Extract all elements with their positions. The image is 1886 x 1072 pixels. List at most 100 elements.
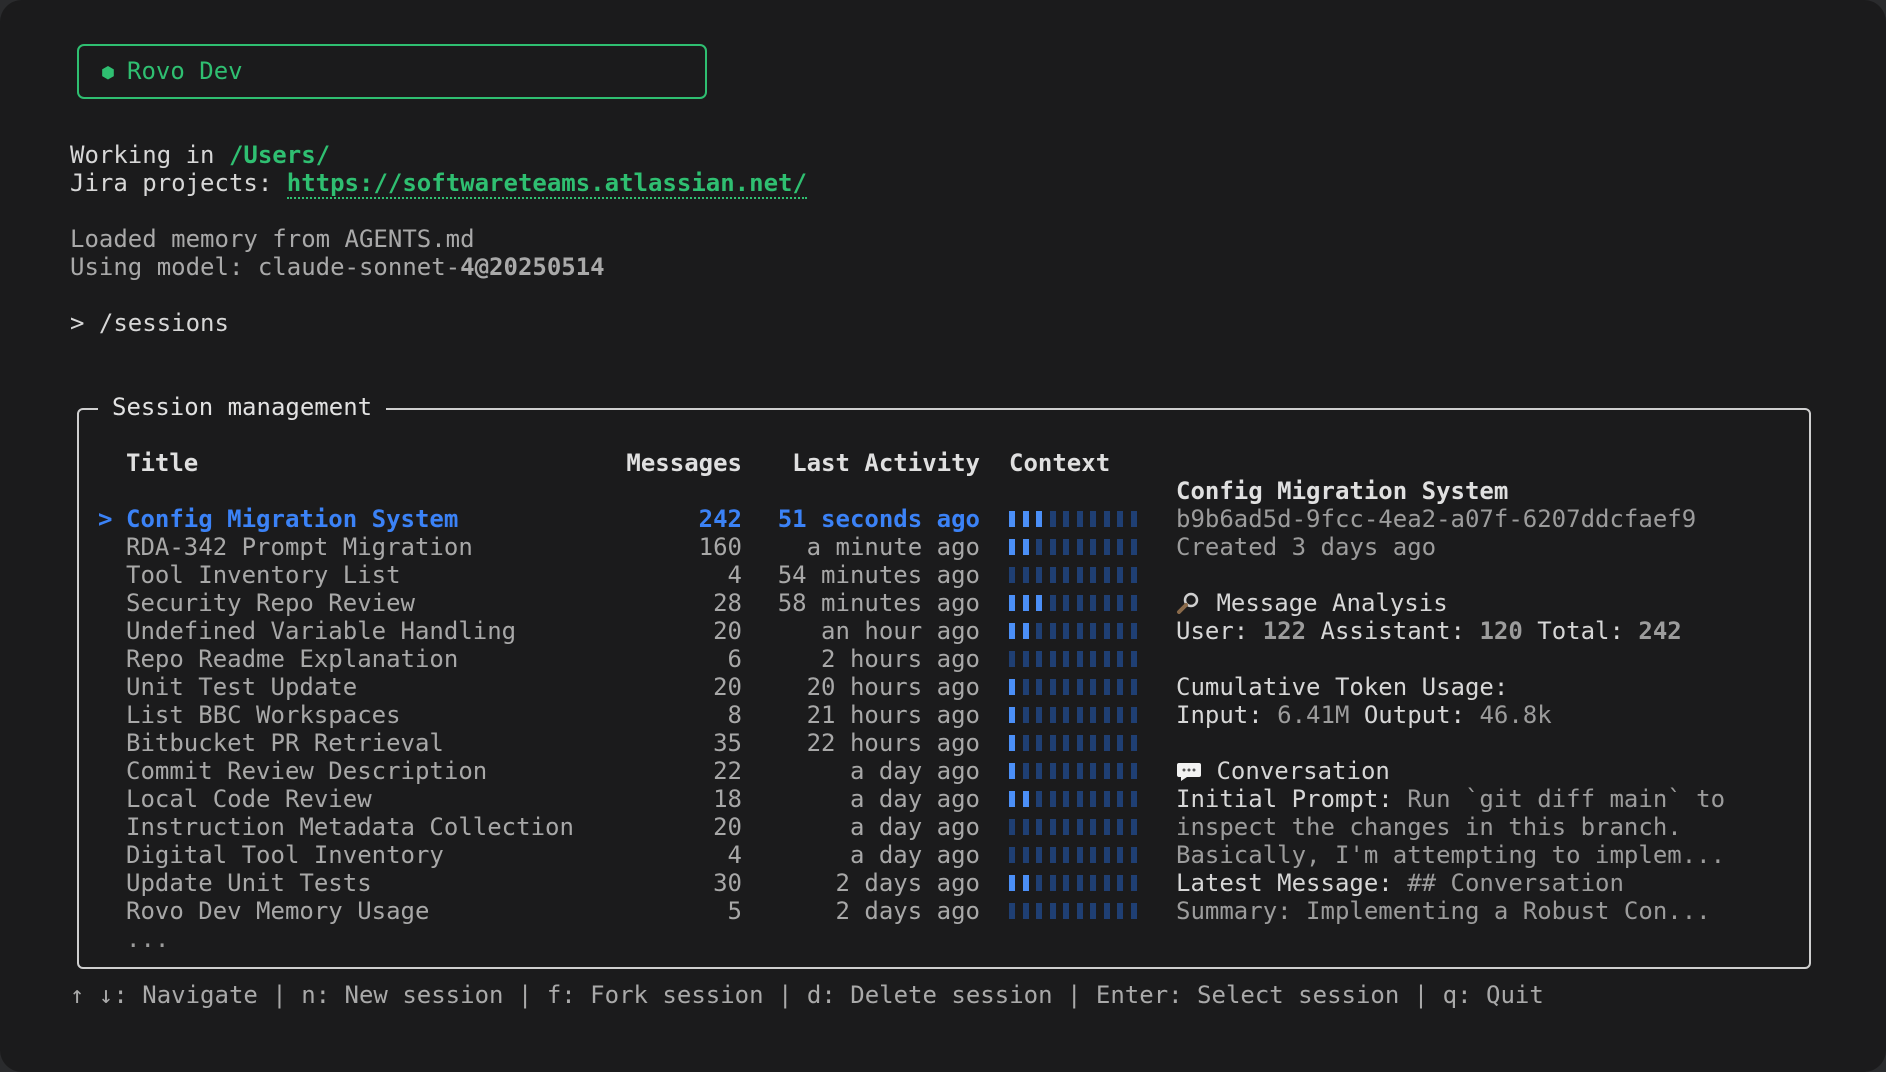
context-bar-segment xyxy=(1022,511,1029,527)
model-version: 4@20250514 xyxy=(460,253,605,281)
context-bar-segment xyxy=(1009,819,1015,835)
magnifier-icon xyxy=(1176,592,1202,620)
session-row[interactable]: > Config Migration System 242 51 seconds ag… xyxy=(0,505,1180,533)
context-bar-segment xyxy=(1009,623,1015,639)
session-last-activity: a day ago xyxy=(849,813,980,841)
session-message-count: 22 xyxy=(713,757,742,785)
context-bar-segment xyxy=(1090,651,1096,667)
model-line: Using model: claude-sonnet-4@20250514 xyxy=(70,253,605,281)
context-bar-segment xyxy=(1090,595,1096,611)
session-row[interactable]: List BBC Workspaces 8 21 hours ago xyxy=(0,701,1180,729)
token-usage: Input: 6.41M Output: 46.8k xyxy=(1176,701,1552,729)
context-bar-segment xyxy=(1049,651,1056,667)
context-bar-segment xyxy=(1130,903,1137,919)
context-bar-segment xyxy=(1103,735,1110,751)
context-bar-segment xyxy=(1117,875,1123,891)
context-bar-segment xyxy=(1009,567,1015,583)
context-bar-segment xyxy=(1022,651,1029,667)
session-message-count: 8 xyxy=(727,701,742,729)
conversation-heading: Conversation xyxy=(1176,757,1390,788)
session-row[interactable]: Update Unit Tests 30 2 days ago xyxy=(0,869,1180,897)
session-message-count: 20 xyxy=(713,673,742,701)
session-row[interactable]: Instruction Metadata Collection 20 a day a… xyxy=(0,813,1180,841)
session-row[interactable]: Commit Review Description 22 a day ago xyxy=(0,757,1180,785)
context-bar-segment xyxy=(1063,903,1069,919)
context-bar-segment xyxy=(1022,763,1029,779)
session-row[interactable]: Repo Readme Explanation 6 2 hours ago xyxy=(0,645,1180,673)
context-bar-segment xyxy=(1049,623,1056,639)
context-bar-segment xyxy=(1117,735,1123,751)
context-bar-segment xyxy=(1130,763,1137,779)
working-path: /Users/ xyxy=(228,141,331,169)
output-tokens: 46.8k xyxy=(1479,701,1552,729)
input-tokens: 6.41M xyxy=(1277,701,1350,729)
context-bar-segment xyxy=(1063,847,1069,863)
session-last-activity: an hour ago xyxy=(821,617,980,645)
context-bar-segment xyxy=(1130,819,1137,835)
context-bar-segment xyxy=(1076,595,1083,611)
session-title: Update Unit Tests xyxy=(126,869,372,897)
column-header-context: Context xyxy=(1009,449,1111,477)
session-last-activity: 22 hours ago xyxy=(806,729,980,757)
session-last-activity: 58 minutes ago xyxy=(777,589,980,617)
session-row[interactable]: Unit Test Update 20 20 hours ago xyxy=(0,673,1180,701)
context-bar-segment xyxy=(1117,539,1123,555)
analysis-heading: Message Analysis xyxy=(1176,589,1448,620)
context-bar-segment xyxy=(1063,875,1069,891)
context-bar-segment xyxy=(1103,651,1110,667)
context-bar-segment xyxy=(1130,511,1137,527)
session-message-count: 35 xyxy=(713,729,742,757)
session-row[interactable]: Bitbucket PR Retrieval 35 22 hours ago xyxy=(0,729,1180,757)
session-last-activity: 51 seconds ago xyxy=(777,505,980,533)
user-count: 122 xyxy=(1262,617,1307,645)
context-bar-segment xyxy=(1009,875,1015,891)
context-bar-segment xyxy=(1022,567,1029,583)
context-bar-segment xyxy=(1117,763,1123,779)
initial-prompt: Initial Prompt: Run `git diff main` to xyxy=(1176,785,1726,813)
session-title: RDA-342 Prompt Migration xyxy=(126,533,473,561)
selection-cursor: > xyxy=(98,505,113,533)
session-title: Repo Readme Explanation xyxy=(126,645,459,673)
detail-session-id: b9b6ad5d-9fcc-4ea2-a07f-6207ddcfaef9 xyxy=(1176,505,1697,533)
context-bar-segment xyxy=(1103,763,1110,779)
session-row[interactable]: Undefined Variable Handling 20 an hour ago xyxy=(0,617,1180,645)
context-bar-segment xyxy=(1049,875,1056,891)
context-bar-segment xyxy=(1076,623,1083,639)
context-bar-segment xyxy=(1009,511,1015,527)
context-bar-segment xyxy=(1049,567,1056,583)
context-bar-segment xyxy=(1076,903,1083,919)
context-bar-segment xyxy=(1063,763,1069,779)
context-bar-segment xyxy=(1117,679,1123,695)
session-row[interactable]: Digital Tool Inventory 4 a day ago xyxy=(0,841,1180,869)
session-title: Digital Tool Inventory xyxy=(126,841,444,869)
context-bar-segment xyxy=(1090,763,1096,779)
context-bar-segment xyxy=(1130,735,1137,751)
context-bar-segment xyxy=(1036,679,1042,695)
session-title: Undefined Variable Handling xyxy=(126,617,517,645)
session-row[interactable]: RDA-342 Prompt Migration 160 a minute ago xyxy=(0,533,1180,561)
token-heading: Cumulative Token Usage: xyxy=(1176,673,1509,701)
context-bar-segment xyxy=(1049,791,1056,807)
session-row[interactable]: Tool Inventory List 4 54 minutes ago xyxy=(0,561,1180,589)
session-row[interactable]: Rovo Dev Memory Usage 5 2 days ago xyxy=(0,897,1180,925)
session-row[interactable]: Security Repo Review 28 58 minutes ago xyxy=(0,589,1180,617)
context-bar-segment xyxy=(1022,623,1029,639)
context-bar-segment xyxy=(1076,735,1083,751)
message-counts: User: 122 Assistant: 120 Total: 242 xyxy=(1176,617,1682,645)
context-bar-segment xyxy=(1063,539,1069,555)
context-bar-segment xyxy=(1009,763,1015,779)
context-bar-segment xyxy=(1103,567,1110,583)
jira-line: Jira projects: https://softwareteams.atl… xyxy=(70,169,807,199)
context-bar-segment xyxy=(1117,567,1123,583)
session-last-activity: a day ago xyxy=(849,841,980,869)
context-bar-segment xyxy=(1049,595,1056,611)
session-row[interactable]: Local Code Review 18 a day ago xyxy=(0,785,1180,813)
jira-label: Jira projects: xyxy=(70,169,287,197)
jira-link[interactable]: https://softwareteams.atlassian.net/ xyxy=(286,169,807,199)
context-bar-segment xyxy=(1009,791,1015,807)
context-bar-segment xyxy=(1036,539,1042,555)
context-bar-segment xyxy=(1049,539,1056,555)
context-bar-segment xyxy=(1063,819,1069,835)
context-bar-segment xyxy=(1036,623,1042,639)
context-bar-segment xyxy=(1009,735,1015,751)
